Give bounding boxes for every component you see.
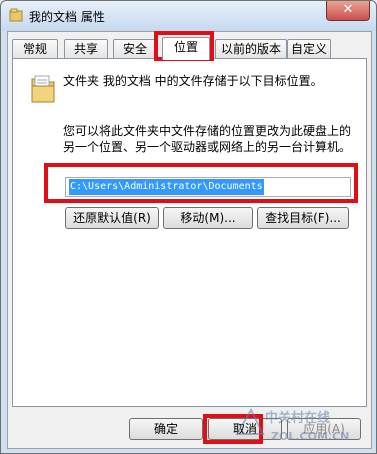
tab-location[interactable]: 位置 bbox=[162, 37, 210, 60]
find-target-button[interactable]: 查找目标(F)... bbox=[257, 207, 349, 229]
svg-text:中关村在线: 中关村在线 bbox=[265, 410, 330, 426]
properties-window: 我的文档 属性 ✕ 常规 共享 安全 位置 以前的版本 自定义 文件夹 我的文档… bbox=[0, 0, 377, 454]
location-description: 文件夹 我的文档 中的文件存储于以下目标位置。 bbox=[63, 74, 323, 88]
tab-customize[interactable]: 自定义 bbox=[287, 39, 331, 59]
title-bar[interactable]: 我的文档 属性 ✕ bbox=[1, 1, 376, 31]
path-value: C:\Users\Administrator\Documents bbox=[69, 179, 264, 195]
move-button[interactable]: 移动(M)... bbox=[163, 207, 253, 229]
ok-button[interactable]: 确定 bbox=[129, 418, 203, 440]
svg-text:ZOL.COM.CN: ZOL.COM.CN bbox=[271, 430, 349, 443]
dialog-body: 常规 共享 安全 位置 以前的版本 自定义 文件夹 我的文档 中的文件存储于以下… bbox=[7, 31, 372, 449]
tab-security[interactable]: 安全 bbox=[113, 39, 157, 59]
close-button[interactable]: ✕ bbox=[326, 1, 370, 21]
location-panel: 文件夹 我的文档 中的文件存储于以下目标位置。 您可以将此文件夹中文件存储的位置… bbox=[12, 58, 367, 407]
zol-watermark-logo: 中关村在线 ZOL.COM.CN bbox=[235, 407, 349, 443]
window-title: 我的文档 属性 bbox=[29, 10, 105, 24]
location-info: 您可以将此文件夹中文件存储的位置更改为此硬盘上的另一个位置、另一个驱动器或网络上… bbox=[63, 124, 352, 154]
tab-general[interactable]: 常规 bbox=[12, 39, 58, 59]
documents-folder-icon bbox=[31, 75, 55, 103]
tab-sharing[interactable]: 共享 bbox=[64, 39, 108, 59]
path-input[interactable]: C:\Users\Administrator\Documents bbox=[65, 177, 351, 197]
restore-default-button[interactable]: 还原默认值(R) bbox=[65, 207, 159, 229]
folder-icon bbox=[9, 8, 23, 22]
tab-previous-versions[interactable]: 以前的版本 bbox=[215, 39, 287, 59]
